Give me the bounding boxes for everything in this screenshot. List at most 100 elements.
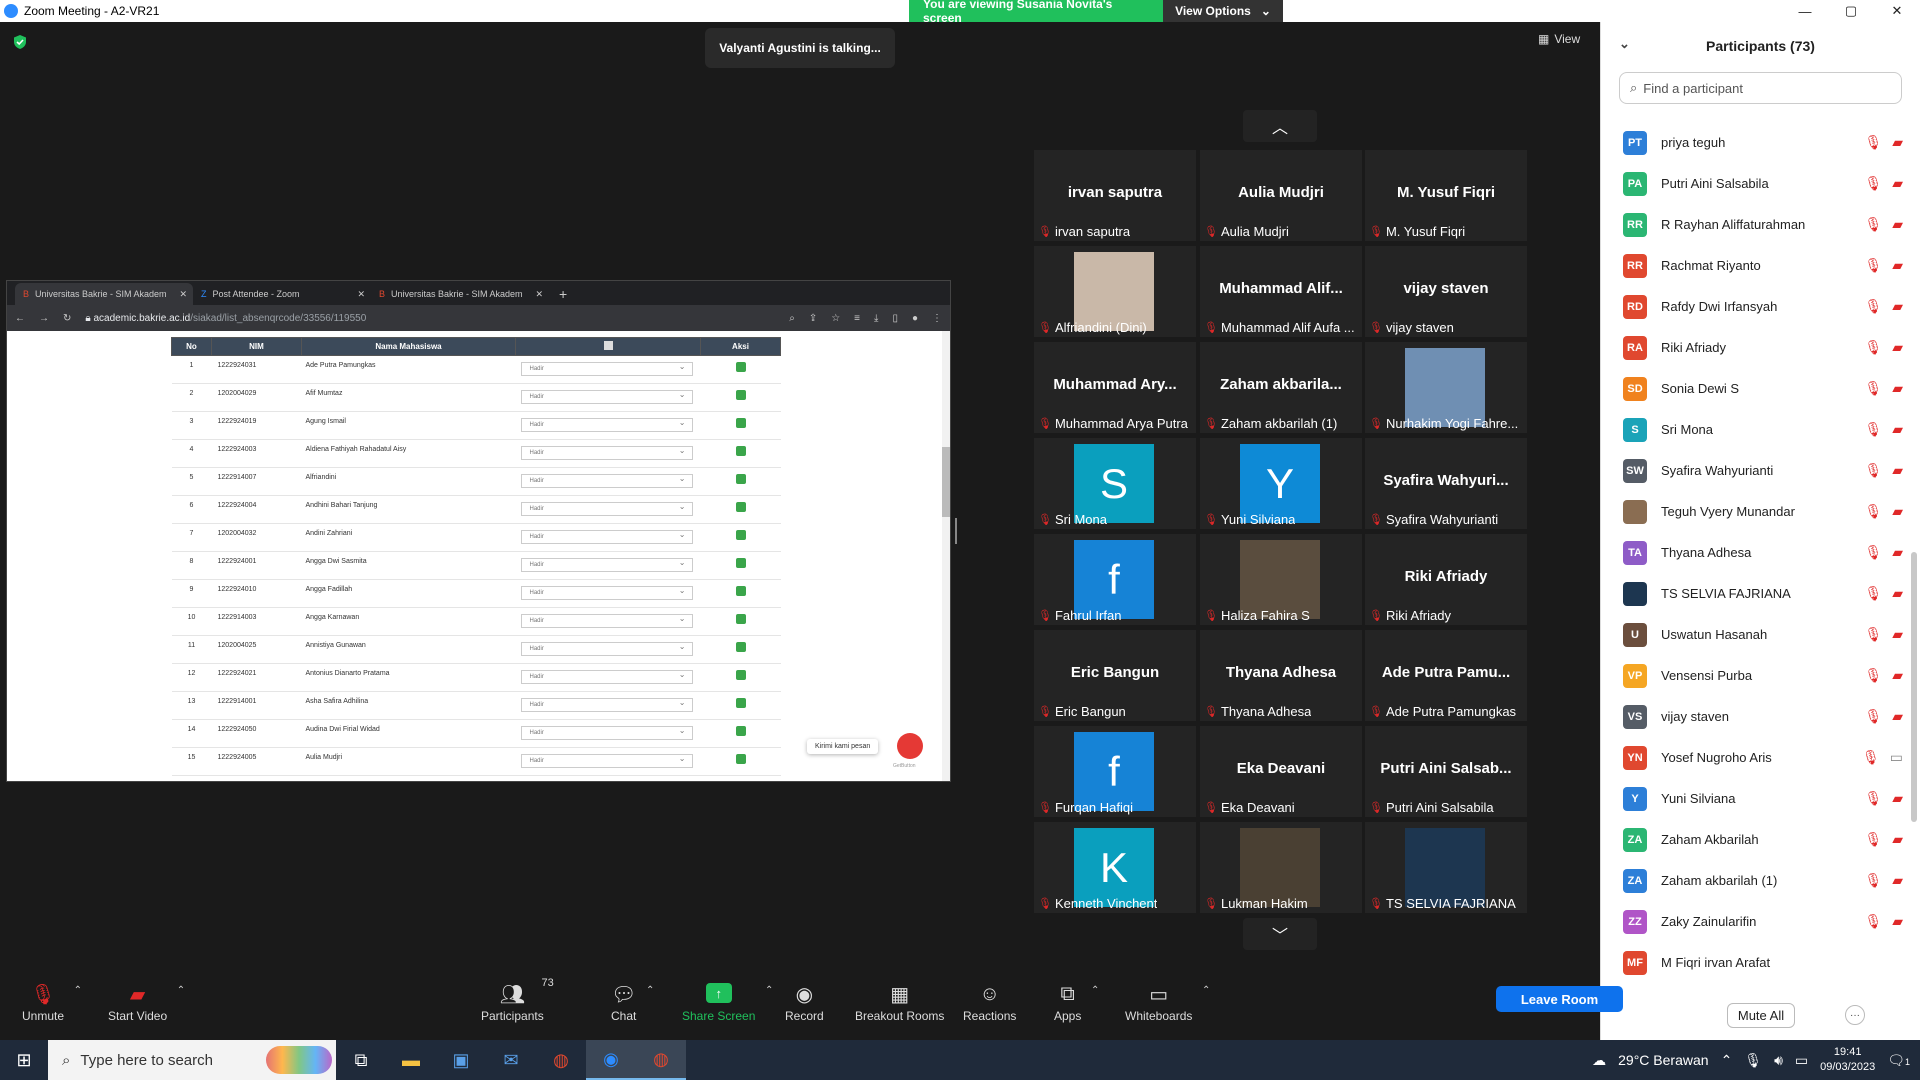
video-tile[interactable]: Eric Bangun 🎙︎ Eric Bangun	[1034, 630, 1196, 721]
muted-mic-icon[interactable]: 🎙︎	[1864, 913, 1882, 930]
attendance-status-select[interactable]: Hadir	[520, 614, 693, 628]
video-tile[interactable]: Putri Aini Salsab... 🎙︎ Putri Aini Salsabi…	[1365, 726, 1527, 817]
video-off-icon[interactable]: ▰	[1892, 503, 1903, 520]
star-icon[interactable]: ☆	[831, 313, 840, 324]
weather-cloud-icon[interactable]: ☁	[1592, 1052, 1606, 1069]
view-options-button[interactable]: View Options ⌄	[1163, 0, 1283, 22]
clock[interactable]: 19:41 09/03/2023	[1820, 1045, 1875, 1075]
video-tile[interactable]: Thyana Adhesa 🎙︎ Thyana Adhesa	[1200, 630, 1362, 721]
muted-mic-icon[interactable]: 🎙︎	[1864, 626, 1882, 643]
video-off-icon[interactable]: ▰	[1892, 298, 1903, 315]
kebab-menu-icon[interactable]: ⋮	[932, 313, 942, 324]
attendance-status-select[interactable]: Hadir	[520, 446, 693, 460]
new-tab-icon[interactable]: +	[559, 283, 567, 305]
video-tile[interactable]: M. Yusuf Fiqri 🎙︎ M. Yusuf Fiqri	[1365, 150, 1527, 241]
zoom-taskbar-icon[interactable]: ◉	[586, 1040, 636, 1080]
tray-chevron-up-icon[interactable]: ⌃	[1721, 1052, 1733, 1069]
col-select-all[interactable]	[515, 337, 701, 356]
save-action-icon[interactable]	[735, 418, 746, 428]
muted-mic-icon[interactable]: 🎙︎	[1864, 872, 1882, 889]
mail-icon[interactable]: ✉	[486, 1040, 536, 1080]
windows-start-icon[interactable]: ⊞	[0, 1040, 48, 1080]
task-view-icon[interactable]: ⧉	[336, 1040, 386, 1080]
microphone-icon[interactable]: 🎙︎	[1744, 1052, 1762, 1069]
whiteboards-button[interactable]: ▭ Whiteboards ⌃	[1125, 979, 1210, 1024]
video-tile[interactable]: Syafira Wahyuri... 🎙︎ Syafira Wahyurianti	[1365, 438, 1527, 529]
collapse-chevron-icon[interactable]: ⌄	[1619, 36, 1630, 52]
video-off-icon[interactable]: ▰	[1892, 339, 1903, 356]
chat-widget-bubble[interactable]: Kirimi kami pesan	[807, 739, 879, 754]
gallery-page-up-button[interactable]: ︿	[1243, 110, 1317, 142]
video-off-icon[interactable]: ▰	[1892, 462, 1903, 479]
video-off-icon[interactable]: ▰	[1892, 216, 1903, 233]
profile-icon[interactable]: ●	[912, 313, 918, 324]
forward-arrow-icon[interactable]: →	[39, 313, 49, 324]
video-off-icon[interactable]: ▰	[1892, 872, 1903, 889]
video-tile[interactable]: Eka Deavani 🎙︎ Eka Deavani	[1200, 726, 1362, 817]
participant-row[interactable]: S Sri Mona 🎙︎ ▰	[1623, 409, 1903, 450]
video-tile[interactable]: f 🎙︎ Furqan Hafiqi	[1034, 726, 1196, 817]
video-tile[interactable]: Muhammad Ary... 🎙︎ Muhammad Arya Putra	[1034, 342, 1196, 433]
save-action-icon[interactable]	[735, 558, 746, 568]
video-tile[interactable]: 🎙︎ Haliza Fahira S	[1200, 534, 1362, 625]
share-screen-button[interactable]: ↑ Share Screen ⌃	[682, 979, 773, 1023]
share-options-caret-icon[interactable]: ⌃	[765, 985, 773, 996]
leave-room-button[interactable]: Leave Room	[1496, 986, 1623, 1012]
mute-all-button[interactable]: Mute All	[1726, 1002, 1796, 1028]
attendance-status-select[interactable]: Hadir	[520, 502, 693, 516]
notification-center-icon[interactable]: 🗨︎1	[1887, 1052, 1910, 1069]
attendance-status-select[interactable]: Hadir	[520, 558, 693, 572]
video-off-icon[interactable]: ▰	[1892, 585, 1903, 602]
video-tile[interactable]: Riki Afriady 🎙︎ Riki Afriady	[1365, 534, 1527, 625]
attendance-status-select[interactable]: Hadir	[520, 754, 693, 768]
chat-options-caret-icon[interactable]: ⌃	[646, 985, 654, 996]
save-action-icon[interactable]	[735, 474, 746, 484]
video-tile[interactable]: f 🎙︎ Fahrul Irfan	[1034, 534, 1196, 625]
participants-button[interactable]: 👥︎ 73 Participants	[481, 977, 554, 1023]
view-button[interactable]: ▦ View	[1538, 32, 1580, 46]
muted-mic-icon[interactable]: 🎙︎	[1864, 667, 1882, 684]
muted-mic-icon[interactable]: 🎙︎	[1864, 257, 1882, 274]
video-tile[interactable]: Y 🎙︎ Yuni Silviana	[1200, 438, 1362, 529]
chat-button[interactable]: 💬︎ Chat ⌃	[611, 979, 654, 1024]
muted-mic-icon[interactable]: 🎙︎	[1864, 216, 1882, 233]
save-action-icon[interactable]	[735, 530, 746, 540]
muted-mic-icon[interactable]: 🎙︎	[1864, 380, 1882, 397]
attendance-status-select[interactable]: Hadir	[520, 670, 693, 684]
browser-tab[interactable]: B Universitas Bakrie - SIM Akadem ✕	[15, 283, 193, 305]
video-off-icon[interactable]: ▰	[1892, 175, 1903, 192]
speaker-icon[interactable]: 🔊︎	[1774, 1052, 1783, 1069]
chrome-active-icon[interactable]: ◍	[636, 1040, 686, 1080]
share-icon[interactable]: ⇪	[809, 313, 817, 324]
file-explorer-icon[interactable]: ▬	[386, 1040, 436, 1080]
download-icon[interactable]: ⤓	[874, 313, 878, 324]
participant-row[interactable]: U Uswatun Hasanah 🎙︎ ▰	[1623, 614, 1903, 655]
video-tile[interactable]: 🎙︎ Nurhakim Yogi Fahre...	[1365, 342, 1527, 433]
attendance-status-select[interactable]: Hadir	[520, 418, 693, 432]
close-tab-icon[interactable]: ✕	[357, 289, 365, 300]
participant-list-scrollbar[interactable]	[1911, 552, 1917, 822]
video-off-icon[interactable]: ▰	[1892, 421, 1903, 438]
participant-row[interactable]: RR Rachmat Riyanto 🎙︎ ▰	[1623, 245, 1903, 286]
video-off-icon[interactable]: ▰	[1892, 831, 1903, 848]
scrollbar-thumb[interactable]	[942, 447, 950, 517]
video-off-icon[interactable]: ▰	[1892, 667, 1903, 684]
split-view-handle[interactable]	[955, 518, 957, 544]
muted-mic-icon[interactable]: 🎙︎	[1864, 544, 1882, 561]
muted-mic-icon[interactable]: 🎙︎	[1864, 585, 1882, 602]
start-video-button[interactable]: ▰ Start Video ⌃	[108, 979, 185, 1024]
video-off-icon[interactable]: ▰	[1892, 790, 1903, 807]
minimize-button[interactable]: —	[1782, 0, 1828, 22]
save-action-icon[interactable]	[735, 614, 746, 624]
participant-row[interactable]: YN Yosef Nugroho Aris 🎙︎ ▭	[1623, 737, 1903, 778]
muted-mic-icon[interactable]: 🎙︎	[1864, 462, 1882, 479]
muted-mic-icon[interactable]: 🎙︎	[1864, 503, 1882, 520]
video-tile[interactable]: 🎙︎ Alfriandini (Dini)	[1034, 246, 1196, 337]
video-tile[interactable]: 🎙︎ TS SELVIA FAJRIANA	[1365, 822, 1527, 913]
video-off-icon[interactable]: ▰	[1892, 708, 1903, 725]
video-tile[interactable]: Aulia Mudjri 🎙︎ Aulia Mudjri	[1200, 150, 1362, 241]
save-action-icon[interactable]	[735, 390, 746, 400]
close-button[interactable]: ✕	[1874, 0, 1920, 22]
browser-tab[interactable]: Z Post Attendee - Zoom ✕	[193, 283, 371, 305]
participant-search-input[interactable]: ⌕ Find a participant	[1619, 72, 1902, 104]
